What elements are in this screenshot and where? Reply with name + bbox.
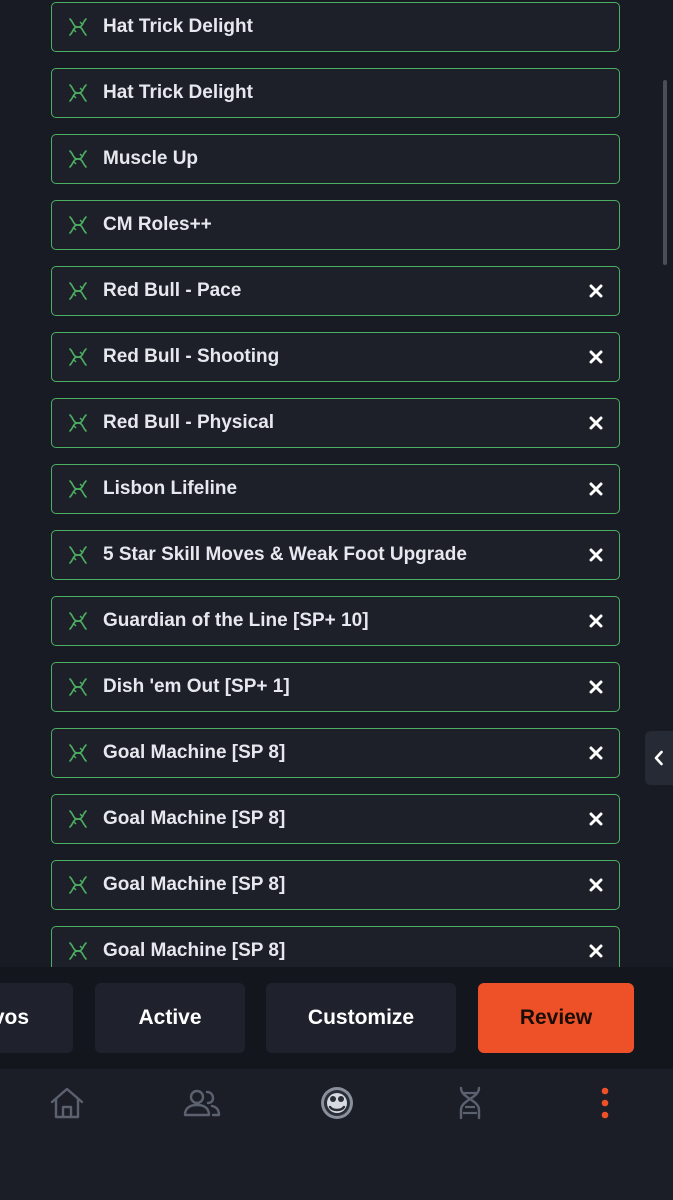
close-icon (589, 548, 603, 562)
nav-players[interactable] (182, 1083, 222, 1123)
remove-evolution-button[interactable] (585, 742, 607, 764)
remove-evolution-button[interactable] (585, 808, 607, 830)
evolution-item[interactable]: Goal Machine [SP 8] (51, 860, 620, 910)
close-icon (589, 350, 603, 364)
evolution-name: Red Bull - Shooting (103, 346, 280, 367)
remove-evolution-button[interactable] (585, 676, 607, 698)
evolution-name: Goal Machine [SP 8] (103, 874, 286, 895)
dna-icon (459, 1086, 481, 1120)
evolution-item[interactable]: Red Bull - Shooting (51, 332, 620, 382)
dna-icon (69, 942, 87, 960)
dna-icon (69, 678, 87, 696)
side-panel-toggle[interactable] (645, 731, 673, 785)
evolution-item[interactable]: Muscle Up (51, 134, 620, 184)
evolutions-screen: Hat Trick Delight Hat Trick Delight Muscle… (0, 0, 673, 1200)
nav-more[interactable] (585, 1083, 625, 1123)
evolution-item[interactable]: Red Bull - Physical (51, 398, 620, 448)
action-bar: vos Active Customize Review (0, 967, 673, 1069)
evolution-item[interactable]: Hat Trick Delight (51, 2, 620, 52)
evolution-item[interactable]: Dish 'em Out [SP+ 1] (51, 662, 620, 712)
remove-evolution-button[interactable] (585, 280, 607, 302)
evolution-item[interactable]: Hat Trick Delight (51, 68, 620, 118)
dna-icon (69, 216, 87, 234)
customize-button[interactable]: Customize (266, 983, 456, 1053)
dna-icon (69, 480, 87, 498)
remove-evolution-button[interactable] (585, 874, 607, 896)
chevron-left-icon (654, 750, 663, 766)
remove-evolution-button[interactable] (585, 478, 607, 500)
evolution-item[interactable]: Goal Machine [SP 8] (51, 794, 620, 844)
remove-evolution-button[interactable] (585, 346, 607, 368)
review-button[interactable]: Review (478, 983, 634, 1053)
evolution-name: Goal Machine [SP 8] (103, 742, 286, 763)
evolution-item[interactable]: 5 Star Skill Moves & Weak Foot Upgrade (51, 530, 620, 580)
evolution-list[interactable]: Hat Trick Delight Hat Trick Delight Muscle… (0, 0, 673, 967)
evolution-item[interactable]: Lisbon Lifeline (51, 464, 620, 514)
active-button[interactable]: Active (95, 983, 245, 1053)
nav-home[interactable] (47, 1083, 87, 1123)
remove-evolution-button[interactable] (585, 544, 607, 566)
remove-evolution-button[interactable] (585, 610, 607, 632)
nav-evolutions[interactable] (450, 1083, 490, 1123)
evolution-name: Guardian of the Line [SP+ 10] (103, 610, 369, 631)
evolution-name: Muscle Up (103, 148, 199, 169)
close-icon (589, 284, 603, 298)
nav-club[interactable] (317, 1083, 357, 1123)
close-icon (589, 416, 603, 430)
dna-icon (69, 414, 87, 432)
club-crest-icon (321, 1087, 353, 1119)
dna-icon (69, 282, 87, 300)
active-button-label: Active (138, 1006, 202, 1029)
remove-evolution-button[interactable] (585, 940, 607, 962)
scrollbar-thumb[interactable] (663, 80, 667, 265)
dna-icon (69, 612, 87, 630)
evolution-name: Goal Machine [SP 8] (103, 808, 286, 829)
evolution-name: 5 Star Skill Moves & Weak Foot Upgrade (103, 544, 467, 565)
dna-icon (69, 546, 87, 564)
close-icon (589, 680, 603, 694)
home-icon (50, 1087, 84, 1119)
dna-icon (69, 744, 87, 762)
players-icon (183, 1089, 221, 1117)
evolution-item[interactable]: CM Roles++ (51, 200, 620, 250)
evolution-name: Red Bull - Pace (103, 280, 242, 301)
customize-button-label: Customize (307, 1006, 415, 1029)
bottom-navigation (0, 1069, 673, 1200)
evolution-item[interactable]: Goal Machine [SP 8] (51, 728, 620, 778)
evolution-name: Hat Trick Delight (103, 82, 253, 103)
dna-icon (69, 348, 87, 366)
dna-icon (69, 876, 87, 894)
close-icon (589, 746, 603, 760)
dna-icon (69, 150, 87, 168)
remove-evolution-button[interactable] (585, 412, 607, 434)
evos-button[interactable]: vos (0, 983, 73, 1053)
close-icon (589, 944, 603, 958)
more-vertical-icon (601, 1087, 609, 1119)
evolution-item[interactable]: Red Bull - Pace (51, 266, 620, 316)
evos-button-label: vos (0, 1006, 29, 1029)
evolution-name: CM Roles++ (103, 214, 212, 235)
review-button-label: Review (519, 1006, 593, 1029)
evolution-item[interactable]: Guardian of the Line [SP+ 10] (51, 596, 620, 646)
dna-icon (69, 810, 87, 828)
close-icon (589, 878, 603, 892)
evolution-name: Goal Machine [SP 8] (103, 940, 286, 961)
evolution-name: Lisbon Lifeline (103, 478, 238, 499)
evolution-name: Dish 'em Out [SP+ 1] (103, 676, 290, 697)
close-icon (589, 482, 603, 496)
dna-icon (69, 84, 87, 102)
evolution-item[interactable]: Goal Machine [SP 8] (51, 926, 620, 967)
dna-icon (69, 18, 87, 36)
evolution-name: Red Bull - Physical (103, 412, 275, 433)
evolution-name: Hat Trick Delight (103, 16, 253, 37)
close-icon (589, 614, 603, 628)
close-icon (589, 812, 603, 826)
